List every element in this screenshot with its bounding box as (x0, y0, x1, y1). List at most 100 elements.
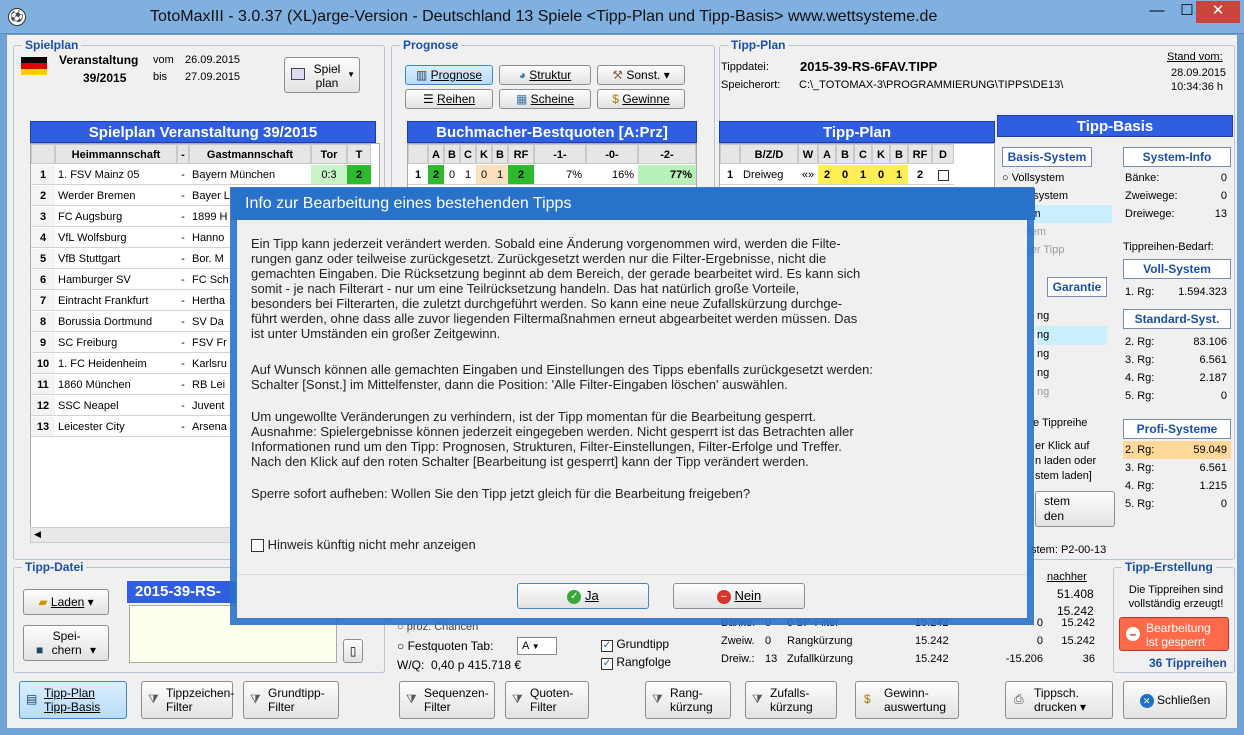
veranstaltung-label: Veranstaltung (59, 53, 139, 67)
pg-col-a: A (428, 144, 444, 164)
garantie-option[interactable]: ng (1037, 364, 1107, 383)
printer-icon: ⎙ (1014, 692, 1024, 706)
scheine-button[interactable]: ▦ Scheine (499, 89, 591, 109)
garantie-option[interactable]: ng (1037, 345, 1107, 364)
tp-cell-c[interactable]: 1 (854, 165, 872, 185)
grundtipp-filter-button[interactable]: ⧩ Grundtipp- Filter (243, 681, 339, 719)
sp-home-team[interactable]: 1. FSV Mainz 05 (55, 165, 177, 185)
laden-button[interactable]: ▰ Laden ▾ (23, 589, 109, 615)
speichern-button[interactable]: ■ Spei-chern ▾ (23, 625, 109, 661)
sp-home-team[interactable]: VfB Stuttgart (55, 249, 177, 269)
system-info-title: System-Info (1123, 147, 1231, 167)
spielplan-button[interactable]: Spiel plan ▼ (284, 57, 360, 93)
sp-dash: - (177, 291, 189, 311)
sp-home-team[interactable]: Eintracht Frankfurt (55, 291, 177, 311)
close-button[interactable]: ✕ (1196, 1, 1240, 23)
garantie-items: ng ng ng ng ng (1037, 307, 1107, 402)
tp-cell-rf[interactable]: 2 (908, 165, 932, 185)
dropdown-arrow-icon: ▼ (531, 642, 540, 651)
stat-label2: Rangkürzung (787, 635, 853, 647)
sequenzen-filter-button[interactable]: ⧩ Sequenzen- Filter (399, 681, 495, 719)
ja-button[interactable]: ✓ Ja (517, 583, 649, 609)
tp-cell-b2[interactable]: 1 (890, 165, 908, 185)
tp-cell-b[interactable]: 0 (836, 165, 854, 185)
dialog-title: Info zur Bearbeitung eines bestehenden T… (231, 188, 1035, 220)
festquoten-radio[interactable]: ○ Festquoten Tab: (397, 639, 493, 653)
reihen-button[interactable]: ☰ Reihen (405, 89, 493, 109)
dialog-line: ist unter Umständen ein großer Zeitgewin… (251, 326, 501, 341)
sp-home-team[interactable]: Werder Bremen (55, 186, 177, 206)
basis-option[interactable]: ○ Vollsystem (1002, 169, 1112, 187)
sp-score[interactable]: 0:3 (311, 165, 347, 185)
tippdatei-name: 2015-39-RS- (127, 581, 241, 603)
tp-col-b2: B (890, 144, 908, 164)
pg-cell-b: 0 (444, 165, 460, 185)
voll-system-list: 1. Rg: 1.594.323 (1123, 283, 1231, 301)
grundtipp-checkbox[interactable]: ✓ Grundtipp (601, 637, 669, 652)
sp-away-team[interactable]: Bayern München (189, 165, 311, 185)
notes-edit-button[interactable]: ▯ (343, 639, 363, 663)
tipp-plan-basis-button[interactable]: ▤ Tipp-Plan Tipp-Basis (19, 681, 127, 719)
sp-home-team[interactable]: Hamburger SV (55, 270, 177, 290)
quoten-filter-button[interactable]: ⧩ Quoten- Filter (505, 681, 589, 719)
tippdatei-label: Tippdatei: (721, 61, 769, 73)
garantie-option[interactable]: ng (1037, 383, 1107, 402)
tippplan-stats: Bänke: 0 0 SP-Filter 15.242 0 15.242 Zweiw. 0 Ra… (719, 617, 1099, 673)
zufallskuerzung-button[interactable]: ⧩ Zufalls- kürzung (745, 681, 837, 719)
sp-home-team[interactable]: FC Augsburg (55, 207, 177, 227)
rangkuerzung-button[interactable]: ⧩ Rang- kürzung (645, 681, 731, 719)
tp-cell-bzd: Dreiweg (740, 165, 798, 185)
stand-label: Stand vom: (1167, 51, 1223, 63)
proz-chancen-radio[interactable]: ○ proz. Chancen (397, 621, 478, 633)
sp-row-nr: 12 (31, 396, 55, 416)
vom-date: 26.09.2015 (185, 54, 241, 66)
garantie-option[interactable]: ng (1037, 326, 1107, 345)
garantie-title: Garantie (1047, 277, 1107, 297)
gewinnauswertung-button[interactable]: $ Gewinn- auswertung (855, 681, 959, 719)
garantie-option[interactable]: ng (1037, 307, 1107, 326)
tp-cell-d-checkbox[interactable] (932, 165, 954, 185)
info-row: Zweiwege: 0 (1125, 190, 1227, 202)
bearbeitung-gesperrt-button[interactable]: – Bearbeitung ist gesperrt (1119, 617, 1229, 651)
minimize-button[interactable]: — (1142, 1, 1172, 23)
sonst-button[interactable]: ⚒ Sonst. ▾ (597, 65, 685, 85)
sp-dash: - (177, 249, 189, 269)
tippschein-drucken-button[interactable]: ⎙ Tippsch. drucken ▾ (1005, 681, 1113, 719)
info-dialog: Info zur Bearbeitung eines bestehenden T… (231, 188, 1035, 619)
save-icon: ■ (36, 643, 44, 657)
tp-cell-a[interactable]: 2 (818, 165, 836, 185)
wq-value: 0,40 p 415.718 € (431, 658, 522, 672)
hinweis-checkbox[interactable]: Hinweis künftig nicht mehr anzeigen (251, 537, 476, 553)
schliessen-button[interactable]: ✕ Schließen (1123, 681, 1227, 719)
system-laden-button[interactable]: stem den (1035, 491, 1115, 527)
dialog-line: rungen ganz oder teilweise zurückgesetzt… (251, 251, 827, 266)
tp-cell-k[interactable]: 0 (872, 165, 890, 185)
nachher-value-2: 15.242 (1057, 604, 1094, 618)
folder-open-icon: ▰ (38, 595, 48, 609)
pg-col-c: C (460, 144, 476, 164)
profi-systeme-title: Profi-Systeme (1123, 419, 1231, 439)
klick-line: stem laden] (1035, 470, 1092, 482)
tippzeichen-filter-button[interactable]: ⧩ Tippzeichen- Filter (141, 681, 234, 719)
sp-home-team[interactable]: Leicester City (55, 417, 177, 437)
nein-button[interactable]: – Nein (673, 583, 805, 609)
app-icon: ⚽ (8, 8, 26, 26)
sp-home-team[interactable]: SC Freiburg (55, 333, 177, 353)
rangfolge-checkbox[interactable]: ✓ Rangfolge (601, 655, 671, 670)
sp-dash: - (177, 207, 189, 227)
pg-cell-p1: 7% (534, 165, 586, 185)
dialog-line: Um ungewollte Veränderungen zu verhinder… (251, 409, 817, 424)
sp-tipp[interactable]: 2 (347, 165, 371, 185)
sp-home-team[interactable]: SSC Neapel (55, 396, 177, 416)
gewinne-button[interactable]: $ Gewinne (597, 89, 685, 109)
col-header-tor: Tor (311, 144, 347, 164)
sp-home-team[interactable]: VfL Wolfsburg (55, 228, 177, 248)
sp-home-team[interactable]: 1860 München (55, 375, 177, 395)
tp-cell-w[interactable]: «» (798, 165, 818, 185)
pg-row-nr: 1 (408, 165, 428, 185)
prognose-button[interactable]: ▥ Prognose (405, 65, 493, 85)
festquoten-select[interactable]: A ▼ (517, 637, 557, 655)
sp-home-team[interactable]: Borussia Dortmund (55, 312, 177, 332)
sp-home-team[interactable]: 1. FC Heidenheim (55, 354, 177, 374)
struktur-button[interactable]: ◕ Struktur (499, 65, 591, 85)
